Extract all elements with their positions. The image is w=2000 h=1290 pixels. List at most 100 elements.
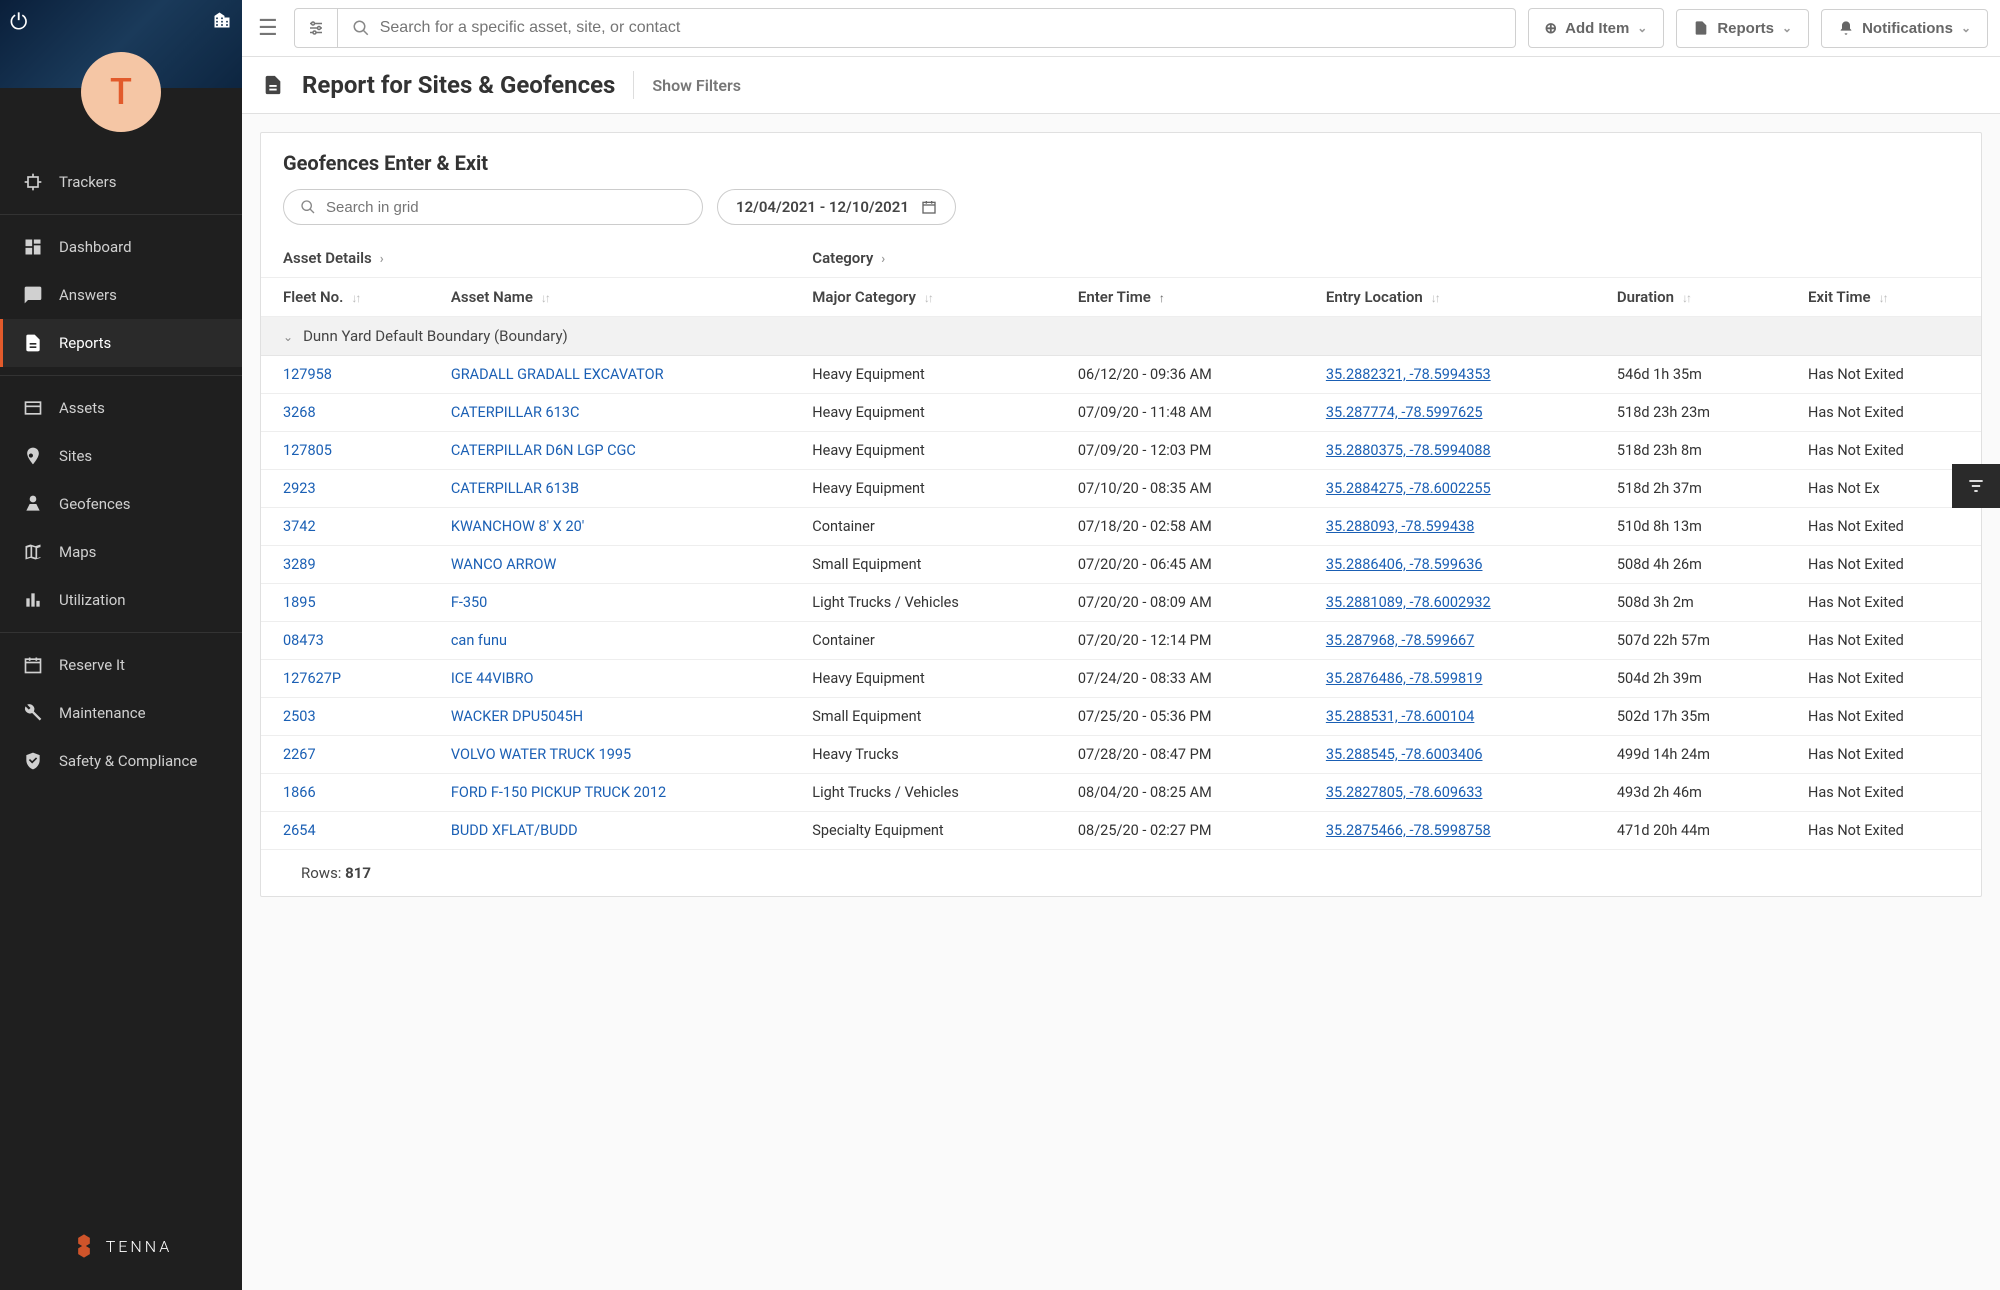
table-wrap: Asset Details› Category› Fleet No.↓↑ Ass…	[261, 239, 1981, 850]
sort-icon: ↓↑	[541, 291, 549, 305]
nav-reserveit[interactable]: Reserve It	[0, 641, 242, 689]
cell-enter-time: 07/20/20 - 06:45 AM	[1056, 546, 1304, 584]
date-range-picker[interactable]: 12/04/2021 - 12/10/2021	[717, 189, 956, 225]
global-search-input[interactable]	[380, 19, 1501, 37]
location-link[interactable]: 35.2876486, -78.599819	[1326, 670, 1483, 687]
asset-name-link[interactable]: can funu	[451, 632, 507, 649]
group-row[interactable]: ⌄Dunn Yard Default Boundary (Boundary)	[261, 317, 1981, 356]
power-icon[interactable]: ⏻	[10, 10, 27, 35]
asset-name-link[interactable]: ICE 44VIBRO	[451, 670, 534, 687]
reports-button[interactable]: Reports ⌄	[1676, 9, 1809, 48]
header-category[interactable]: Category›	[790, 239, 1056, 278]
fleet-link[interactable]: 2503	[283, 708, 316, 725]
avatar[interactable]: T	[81, 52, 161, 132]
notifications-button[interactable]: Notifications ⌄	[1821, 9, 1988, 48]
location-link[interactable]: 35.2886406, -78.599636	[1326, 556, 1483, 573]
nav-reports[interactable]: Reports	[0, 319, 242, 367]
col-asset-name[interactable]: Asset Name↓↑	[429, 278, 790, 317]
col-major-category[interactable]: Major Category↓↑	[790, 278, 1056, 317]
cell-enter-time: 07/09/20 - 12:03 PM	[1056, 432, 1304, 470]
asset-name-link[interactable]: CATERPILLAR D6N LGP CGC	[451, 442, 636, 459]
location-link[interactable]: 35.288531, -78.600104	[1326, 708, 1475, 725]
nav-sites[interactable]: Sites	[0, 432, 242, 480]
nav-maintenance[interactable]: Maintenance	[0, 689, 242, 737]
location-link[interactable]: 35.2884275, -78.6002255	[1326, 480, 1491, 497]
fleet-link[interactable]: 2654	[283, 822, 316, 839]
location-link[interactable]: 35.287968, -78.599667	[1326, 632, 1475, 649]
cell-enter-time: 08/25/20 - 02:27 PM	[1056, 812, 1304, 850]
asset-name-link[interactable]: BUDD XFLAT/BUDD	[451, 822, 578, 839]
asset-name-link[interactable]: WANCO ARROW	[451, 556, 557, 573]
nav-utilization[interactable]: Utilization	[0, 576, 242, 624]
fleet-link[interactable]: 127627P	[283, 670, 341, 687]
table-row: 2923CATERPILLAR 613BHeavy Equipment07/10…	[261, 470, 1981, 508]
nav-geofences[interactable]: Geofences	[0, 480, 242, 528]
asset-name-link[interactable]: GRADALL GRADALL EXCAVATOR	[451, 366, 664, 383]
rows-footer: Rows: 817	[261, 850, 1981, 896]
col-fleet-no[interactable]: Fleet No.↓↑	[261, 278, 429, 317]
asset-name-link[interactable]: FORD F-150 PICKUP TRUCK 2012	[451, 784, 666, 801]
document-icon	[1693, 20, 1709, 36]
nav-answers[interactable]: Answers	[0, 271, 242, 319]
location-link[interactable]: 35.2882321, -78.5994353	[1326, 366, 1491, 383]
col-entry-location[interactable]: Entry Location↓↑	[1304, 278, 1595, 317]
location-link[interactable]: 35.288093, -78.599438	[1326, 518, 1475, 535]
asset-name-link[interactable]: CATERPILLAR 613C	[451, 404, 580, 421]
fleet-link[interactable]: 3742	[283, 518, 316, 535]
fleet-link[interactable]: 2267	[283, 746, 316, 763]
nav-maps[interactable]: Maps	[0, 528, 242, 576]
cell-category: Heavy Trucks	[790, 736, 1056, 774]
fleet-link[interactable]: 08473	[283, 632, 324, 649]
location-link[interactable]: 35.287774, -78.5997625	[1326, 404, 1483, 421]
nav-trackers[interactable]: Trackers	[0, 158, 242, 206]
geofences-icon	[21, 494, 45, 514]
subheader-row: Fleet No.↓↑ Asset Name↓↑ Major Category↓…	[261, 278, 1981, 317]
fleet-link[interactable]: 3289	[283, 556, 316, 573]
asset-name-link[interactable]: KWANCHOW 8' X 20'	[451, 518, 584, 535]
cell-enter-time: 07/18/20 - 02:58 AM	[1056, 508, 1304, 546]
asset-name-link[interactable]: F-350	[451, 594, 487, 611]
reports-label: Reports	[1717, 20, 1774, 37]
cell-duration: 510d 8h 13m	[1595, 508, 1786, 546]
brand-text: TENNA	[106, 1237, 173, 1256]
asset-name-link[interactable]: WACKER DPU5045H	[451, 708, 583, 725]
location-link[interactable]: 35.2881089, -78.6002932	[1326, 594, 1491, 611]
fleet-link[interactable]: 3268	[283, 404, 316, 421]
global-search[interactable]	[338, 8, 1516, 48]
grid-search-input[interactable]	[326, 199, 686, 216]
brand-logo: TENNA	[70, 1232, 173, 1260]
cell-exit-time: Has Not Exited	[1786, 774, 1981, 812]
nav-label: Utilization	[59, 591, 126, 609]
header-asset-details[interactable]: Asset Details›	[261, 239, 790, 278]
location-link[interactable]: 35.288545, -78.6003406	[1326, 746, 1483, 763]
fleet-link[interactable]: 127958	[283, 366, 332, 383]
fleet-link[interactable]: 1866	[283, 784, 316, 801]
reports-icon	[21, 333, 45, 353]
cell-duration: 546d 1h 35m	[1595, 356, 1786, 394]
col-enter-time[interactable]: Enter Time↑	[1056, 278, 1304, 317]
col-duration[interactable]: Duration↓↑	[1595, 278, 1786, 317]
trackers-icon	[21, 172, 45, 192]
show-filters-button[interactable]: Show Filters	[652, 76, 741, 95]
asset-name-link[interactable]: VOLVO WATER TRUCK 1995	[451, 746, 631, 763]
building-icon[interactable]	[212, 10, 232, 30]
search-filter-button[interactable]	[294, 8, 338, 48]
col-exit-time[interactable]: Exit Time↓↑	[1786, 278, 1981, 317]
titlebar: Report for Sites & Geofences Show Filter…	[242, 57, 2000, 114]
fleet-link[interactable]: 1895	[283, 594, 316, 611]
asset-name-link[interactable]: CATERPILLAR 613B	[451, 480, 579, 497]
grid-search[interactable]	[283, 189, 703, 225]
location-link[interactable]: 35.2880375, -78.5994088	[1326, 442, 1491, 459]
nav-label: Reserve It	[59, 656, 125, 674]
floating-filter-button[interactable]	[1952, 464, 2000, 508]
nav-dashboard[interactable]: Dashboard	[0, 223, 242, 271]
hamburger-icon[interactable]: ☰	[254, 12, 282, 45]
fleet-link[interactable]: 127805	[283, 442, 332, 459]
add-item-button[interactable]: ⊕ Add Item ⌄	[1528, 8, 1665, 48]
nav-assets[interactable]: Assets	[0, 384, 242, 432]
nav-safety[interactable]: Safety & Compliance	[0, 737, 242, 785]
location-link[interactable]: 35.2827805, -78.609633	[1326, 784, 1483, 801]
fleet-link[interactable]: 2923	[283, 480, 316, 497]
location-link[interactable]: 35.2875466, -78.5998758	[1326, 822, 1491, 839]
cell-enter-time: 07/28/20 - 08:47 PM	[1056, 736, 1304, 774]
